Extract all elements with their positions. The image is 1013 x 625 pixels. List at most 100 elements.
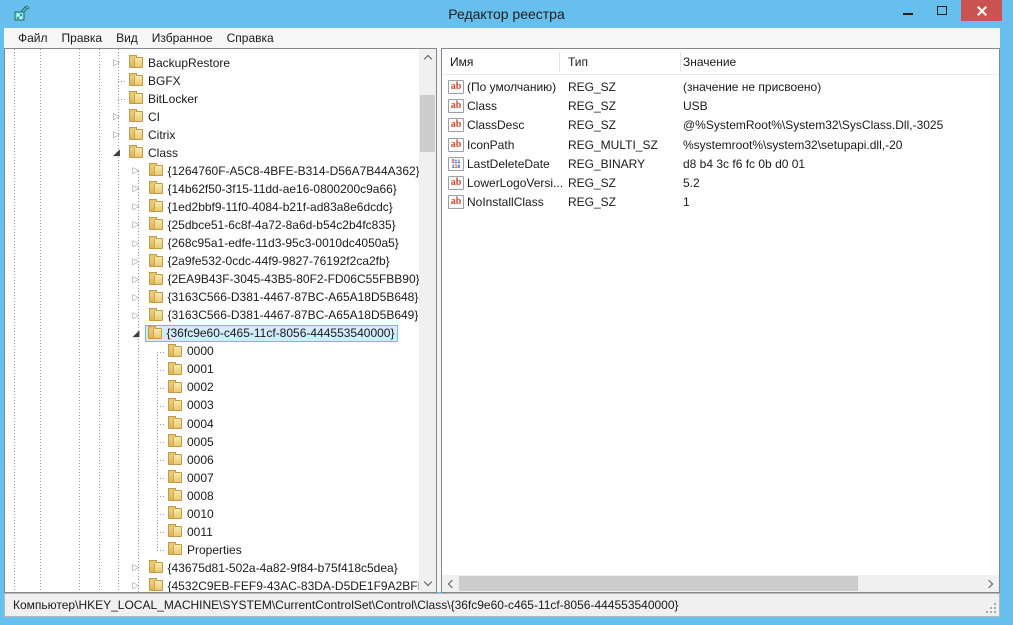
tree-item[interactable]: 0011 xyxy=(5,523,419,541)
tree-item[interactable]: 0001 xyxy=(5,361,419,379)
tree-item-body[interactable]: {2EA9B43F-3045-43B5-80F2-FD06C55FBB90} xyxy=(149,271,420,288)
tree-item[interactable]: ◢ {36fc9e60-c465-11cf-8056-444553540000} xyxy=(5,325,419,343)
tree-item[interactable]: 0005 xyxy=(5,433,419,451)
tree-item[interactable]: 0003 xyxy=(5,397,419,415)
expand-icon[interactable]: ▷ xyxy=(113,57,120,68)
tree-item-body[interactable]: 0011 xyxy=(168,523,213,540)
maximize-button[interactable] xyxy=(925,0,958,21)
tree-item[interactable]: 0006 xyxy=(5,451,419,469)
scroll-left-button[interactable] xyxy=(442,575,459,592)
tree-item-body[interactable]: {4532C9EB-FEF9-43AC-83DA-D5DE1F9A2BFF} xyxy=(149,577,420,592)
tree-item[interactable]: ▷ {3163C566-D381-4467-87BC-A65A18D5B648} xyxy=(5,289,419,307)
tree-item[interactable]: ▷ Citrix xyxy=(5,126,419,144)
value-row[interactable]: abClassDescREG_SZ@%SystemRoot%\System32\… xyxy=(442,116,999,135)
tree-item[interactable]: 0007 xyxy=(5,469,419,487)
scroll-up-button[interactable] xyxy=(419,49,436,66)
expand-icon[interactable]: ▷ xyxy=(133,165,140,176)
tree-item[interactable]: ▷{268c95a1-edfe-11d3-95c3-0010dc4050a5} xyxy=(5,235,419,253)
tree-item-body[interactable]: {268c95a1-edfe-11d3-95c3-0010dc4050a5} xyxy=(149,235,399,252)
expand-icon[interactable]: ▷ xyxy=(133,310,140,321)
menu-item-3[interactable]: Избранное xyxy=(145,29,220,47)
horizontal-scroll-thumb[interactable] xyxy=(459,576,858,591)
menu-item-4[interactable]: Справка xyxy=(220,29,281,47)
tree-item-body[interactable]: 0001 xyxy=(168,361,214,378)
expand-icon[interactable]: ▷ xyxy=(133,183,140,194)
tree-item-body[interactable]: 0003 xyxy=(168,397,214,414)
value-row[interactable]: abClassREG_SZUSB xyxy=(442,97,999,116)
tree-item-body[interactable]: {43675d81-502a-4a82-9f84-b75f418c5dea} xyxy=(149,559,398,576)
tree-item[interactable]: ▷ {25dbce51-6c8f-4a72-8a6d-b54c2b4fc835} xyxy=(5,216,419,234)
tree-item[interactable]: ▷ {1ed2bbf9-11f0-4084-b21f-ad83a8e6dcdc} xyxy=(5,198,419,216)
tree-item[interactable]: Properties xyxy=(5,541,419,559)
expand-icon[interactable]: ▷ xyxy=(133,219,140,230)
tree-item-body[interactable]: {2a9fe532-0cdc-44f9-9827-76192f2ca2fb} xyxy=(149,253,390,270)
tree-item-body[interactable]: {1264760F-A5C8-4BFE-B314-D56A7B44A362} xyxy=(149,162,420,179)
tree-item-body[interactable]: 0007 xyxy=(168,469,214,486)
tree-item-body[interactable]: 0008 xyxy=(168,487,214,504)
tree-item-body[interactable]: 0006 xyxy=(168,451,214,468)
tree-item[interactable]: ▷ {4532C9EB-FEF9-43AC-83DA-D5DE1F9A2BFF} xyxy=(5,577,419,592)
vertical-scroll-thumb[interactable] xyxy=(420,95,435,152)
expand-icon[interactable]: ▷ xyxy=(133,562,140,573)
tree-item-body[interactable]: {3163C566-D381-4467-87BC-A65A18D5B649} xyxy=(149,307,419,324)
scroll-right-button[interactable] xyxy=(982,575,999,592)
tree-item-body[interactable]: 0000 xyxy=(168,343,214,360)
selected-tree-item[interactable]: {36fc9e60-c465-11cf-8056-444553540000} xyxy=(145,325,399,342)
tree-item-body[interactable]: BackupRestore xyxy=(129,54,230,71)
tree-item[interactable]: ▷{14b62f50-3f15-11dd-ae16-0800200c9a66} xyxy=(5,180,419,198)
tree-item[interactable]: 0002 xyxy=(5,379,419,397)
tree-item-body[interactable]: {25dbce51-6c8f-4a72-8a6d-b54c2b4fc835} xyxy=(149,216,396,233)
tree-item[interactable]: 0004 xyxy=(5,415,419,433)
collapse-icon[interactable]: ◢ xyxy=(113,147,120,158)
tree-item[interactable]: ◢ Class xyxy=(5,144,419,162)
tree-item-body[interactable]: Citrix xyxy=(129,126,175,143)
tree-item[interactable]: 0000 xyxy=(5,343,419,361)
tree-item-body[interactable]: 0010 xyxy=(168,505,214,522)
tree-item[interactable]: ▷ CI xyxy=(5,108,419,126)
expand-icon[interactable]: ▷ xyxy=(133,256,140,267)
expand-icon[interactable]: ▷ xyxy=(133,580,140,591)
values-horizontal-scrollbar[interactable] xyxy=(442,575,999,592)
column-header-name[interactable]: Имя xyxy=(450,55,473,69)
column-header-value[interactable]: Значение xyxy=(683,55,736,69)
tree-item-body[interactable]: 0002 xyxy=(168,379,214,396)
column-header-type[interactable]: Тип xyxy=(568,55,588,69)
value-row[interactable]: ab(По умолчанию)REG_SZ(значение не присв… xyxy=(442,78,999,97)
tree-item[interactable]: 0008 xyxy=(5,487,419,505)
tree-item[interactable]: ▷ BackupRestore xyxy=(5,54,419,72)
column-separator[interactable] xyxy=(559,52,560,72)
titlebar[interactable]: Редактор реестра xyxy=(0,0,1013,28)
tree-item-body[interactable]: BGFX xyxy=(129,72,181,89)
expand-icon[interactable]: ▷ xyxy=(113,111,120,122)
tree-item-body[interactable]: CI xyxy=(129,108,160,125)
tree-item-body[interactable]: {3163C566-D381-4467-87BC-A65A18D5B648} xyxy=(149,289,419,306)
expand-icon[interactable]: ▷ xyxy=(133,201,140,212)
tree-item[interactable]: ▷{2EA9B43F-3045-43B5-80F2-FD06C55FBB90} xyxy=(5,271,419,289)
tree-item-body[interactable]: Class xyxy=(129,144,178,161)
scroll-down-button[interactable] xyxy=(419,575,436,592)
minimize-button[interactable] xyxy=(892,0,923,21)
tree-item[interactable]: ▷ {43675d81-502a-4a82-9f84-b75f418c5dea} xyxy=(5,559,419,577)
expand-icon[interactable]: ▷ xyxy=(133,292,140,303)
tree-item-body[interactable]: BitLocker xyxy=(129,90,198,107)
column-separator[interactable] xyxy=(680,52,681,72)
tree-vertical-scrollbar[interactable] xyxy=(419,49,436,592)
tree-item-body[interactable]: Properties xyxy=(168,541,242,558)
collapse-icon[interactable]: ◢ xyxy=(133,328,140,339)
value-row[interactable]: 011110LastDeleteDateREG_BINARYd8 b4 3c f… xyxy=(442,155,999,174)
tree-item-body[interactable]: {1ed2bbf9-11f0-4084-b21f-ad83a8e6dcdc} xyxy=(149,198,393,215)
tree-item[interactable]: 0010 xyxy=(5,505,419,523)
tree-item[interactable]: ▷ {2a9fe532-0cdc-44f9-9827-76192f2ca2fb} xyxy=(5,253,419,271)
tree-item[interactable]: BGFX xyxy=(5,72,419,90)
menu-item-0[interactable]: Файл xyxy=(11,29,55,47)
tree-item-body[interactable]: 0004 xyxy=(168,415,214,432)
expand-icon[interactable]: ▷ xyxy=(113,129,120,140)
tree-item-body[interactable]: 0005 xyxy=(168,433,214,450)
menu-item-2[interactable]: Вид xyxy=(109,29,145,47)
tree-item[interactable]: BitLocker xyxy=(5,90,419,108)
value-row[interactable]: abLowerLogoVersi...REG_SZ5.2 xyxy=(442,174,999,193)
resize-grip[interactable] xyxy=(986,603,996,613)
value-row[interactable]: abNoInstallClassREG_SZ1 xyxy=(442,193,999,212)
tree-item[interactable]: ▷ {3163C566-D381-4467-87BC-A65A18D5B649} xyxy=(5,307,419,325)
tree-item[interactable]: ▷ {1264760F-A5C8-4BFE-B314-D56A7B44A362} xyxy=(5,162,419,180)
